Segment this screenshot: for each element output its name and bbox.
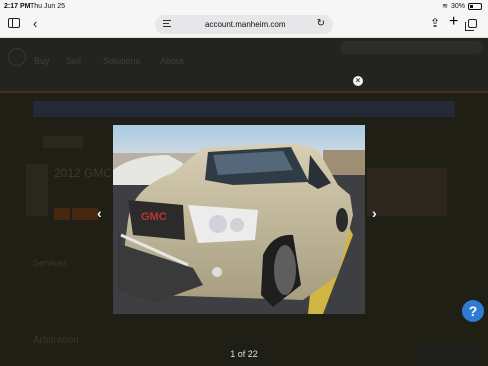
browser-toolbar: ‹ account.manheim.com ↻ ⇪ + [0, 13, 488, 38]
status-bar: 2:17 PM Thu Jun 25 ︎≋ 30% [0, 0, 488, 13]
sidebar-toggle-icon[interactable] [8, 18, 20, 28]
share-icon[interactable]: ⇪ [430, 16, 440, 30]
back-icon[interactable]: ‹ [33, 16, 37, 31]
new-tab-icon[interactable]: + [449, 13, 458, 31]
vehicle-photo: GMC [113, 125, 365, 314]
photo-counter: 1 of 22 [230, 349, 258, 359]
previous-photo-icon[interactable]: ‹ [97, 205, 102, 221]
next-photo-icon[interactable]: › [372, 205, 377, 221]
help-button[interactable]: ? [462, 300, 484, 322]
reload-icon[interactable]: ↻ [317, 18, 325, 29]
close-icon[interactable]: × [353, 76, 363, 86]
wifi-icon: ︎≋ [442, 3, 448, 10]
status-right: ︎≋ 30% [442, 2, 482, 10]
url-text: account.manheim.com [205, 20, 286, 29]
address-bar[interactable]: account.manheim.com ↻ [155, 15, 333, 34]
reader-icon[interactable] [163, 20, 171, 27]
status-time: 2:17 PM [4, 3, 31, 10]
tabs-overview-icon[interactable] [465, 19, 477, 31]
battery-percent: 30% [450, 2, 465, 10]
battery-icon [468, 2, 482, 10]
status-date: Thu Jun 25 [30, 3, 66, 10]
svg-text:GMC: GMC [141, 211, 167, 223]
